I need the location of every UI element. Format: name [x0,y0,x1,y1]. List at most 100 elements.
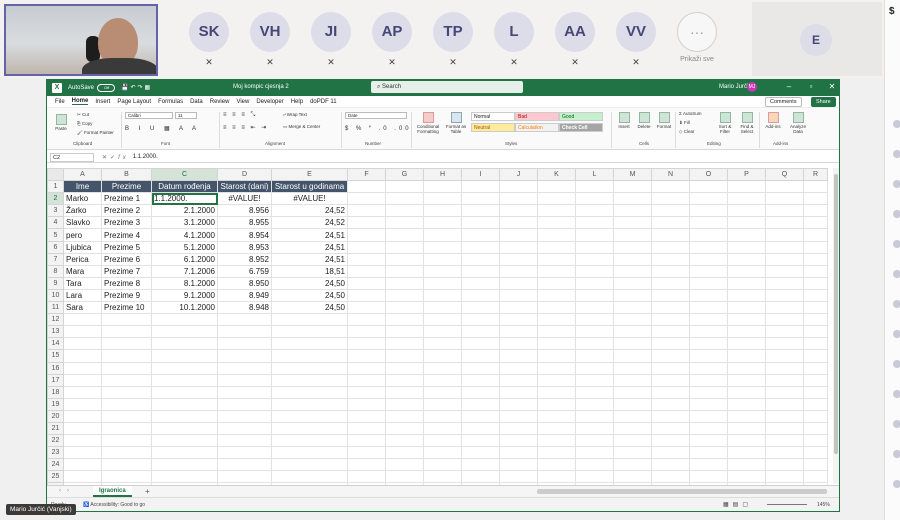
cell[interactable] [151,409,218,423]
cell[interactable] [461,385,500,399]
cell[interactable] [803,264,828,278]
sort-filter-button[interactable]: Sort & Filter [715,112,735,134]
row-header[interactable]: 4 [47,216,64,230]
cell[interactable] [727,361,766,375]
cell[interactable]: Marko [63,192,102,206]
menu-tab[interactable]: File [55,99,65,105]
cell[interactable] [423,276,462,290]
row-header[interactable]: 1 [47,180,64,194]
cell[interactable]: Starost u godinama [271,180,348,194]
cell[interactable] [727,421,766,436]
cell[interactable] [499,264,538,278]
cell[interactable]: Tara [63,276,102,290]
row-header[interactable]: 22 [47,434,64,448]
cell[interactable] [385,313,424,327]
cell[interactable] [613,337,652,351]
cell[interactable] [689,361,728,375]
cell[interactable]: Datum rođenja [151,180,218,194]
cell[interactable] [461,240,500,254]
cell[interactable] [803,361,828,375]
cell[interactable] [803,349,828,363]
cell[interactable] [689,434,728,448]
cell[interactable] [575,301,614,315]
cell[interactable] [499,458,538,472]
cell[interactable] [347,446,386,460]
cell[interactable] [271,337,348,351]
cell[interactable] [461,373,500,387]
cell[interactable] [613,252,652,266]
column-header[interactable]: R [803,167,828,182]
cell[interactable] [461,434,500,448]
cell[interactable] [613,373,652,387]
cell[interactable] [461,409,500,423]
cell[interactable]: Sara [63,301,102,315]
cell[interactable] [765,361,804,375]
cell[interactable] [575,180,614,194]
cell[interactable]: 24,51 [271,228,348,242]
cell[interactable] [727,180,766,194]
cell[interactable] [689,240,728,254]
cell[interactable] [63,337,102,351]
quick-access-icons[interactable]: 💾↶↷▦ [121,84,152,91]
cell[interactable] [423,301,462,315]
cell[interactable] [727,264,766,278]
cell[interactable] [651,192,690,206]
cell[interactable] [423,252,462,266]
paste-button[interactable]: Paste [53,114,69,131]
cell[interactable] [385,240,424,254]
rail-participant-icon[interactable] [893,210,900,218]
cell[interactable] [423,446,462,460]
cell[interactable] [499,276,538,290]
cell[interactable]: Prezime 4 [101,228,152,242]
cell[interactable] [803,276,828,290]
cell[interactable] [461,421,500,436]
cell[interactable] [765,397,804,411]
cell[interactable] [537,385,576,399]
cell[interactable] [727,228,766,242]
cell[interactable] [689,301,728,315]
cell[interactable] [575,216,614,230]
cell[interactable] [575,373,614,387]
cell[interactable] [423,458,462,472]
cell[interactable]: Ljubica [63,240,102,254]
cell[interactable] [689,192,728,206]
align-top-buttons[interactable]: ≡ ≡ ≡ ⤡ [223,112,257,119]
cell[interactable] [385,470,424,484]
cell[interactable] [613,192,652,206]
cell[interactable] [765,409,804,423]
cell[interactable] [385,301,424,315]
cell[interactable] [575,349,614,363]
cell[interactable] [151,385,218,399]
cell[interactable] [727,276,766,290]
column-header[interactable]: H [423,167,462,182]
cell[interactable] [689,228,728,242]
cell[interactable] [271,385,348,399]
cell[interactable] [385,373,424,387]
style-calculation[interactable]: Calculation [515,123,559,132]
cell[interactable] [689,337,728,351]
cell[interactable] [537,458,576,472]
cell[interactable]: 18,51 [271,264,348,278]
cell[interactable]: 8.955 [217,216,272,230]
cell[interactable] [101,397,152,411]
scroll-thumb[interactable] [834,174,838,454]
cell[interactable] [613,470,652,484]
cell[interactable] [101,385,152,399]
cell[interactable] [689,373,728,387]
cell[interactable] [765,301,804,315]
cell[interactable] [271,470,348,484]
cell[interactable] [651,264,690,278]
cell[interactable] [461,288,500,303]
cell[interactable] [765,337,804,351]
cell[interactable]: Prezime 9 [101,288,152,303]
menu-tab[interactable]: Data [190,99,203,105]
autosave-toggle[interactable]: Off [97,83,116,92]
cell[interactable]: 8.952 [217,252,272,266]
cell[interactable] [613,204,652,218]
cell[interactable] [347,397,386,411]
cell[interactable] [385,204,424,218]
formula-input[interactable]: 1.1.2000. [133,154,158,160]
cell[interactable] [461,192,500,206]
cell[interactable] [575,276,614,290]
cell[interactable] [385,349,424,363]
